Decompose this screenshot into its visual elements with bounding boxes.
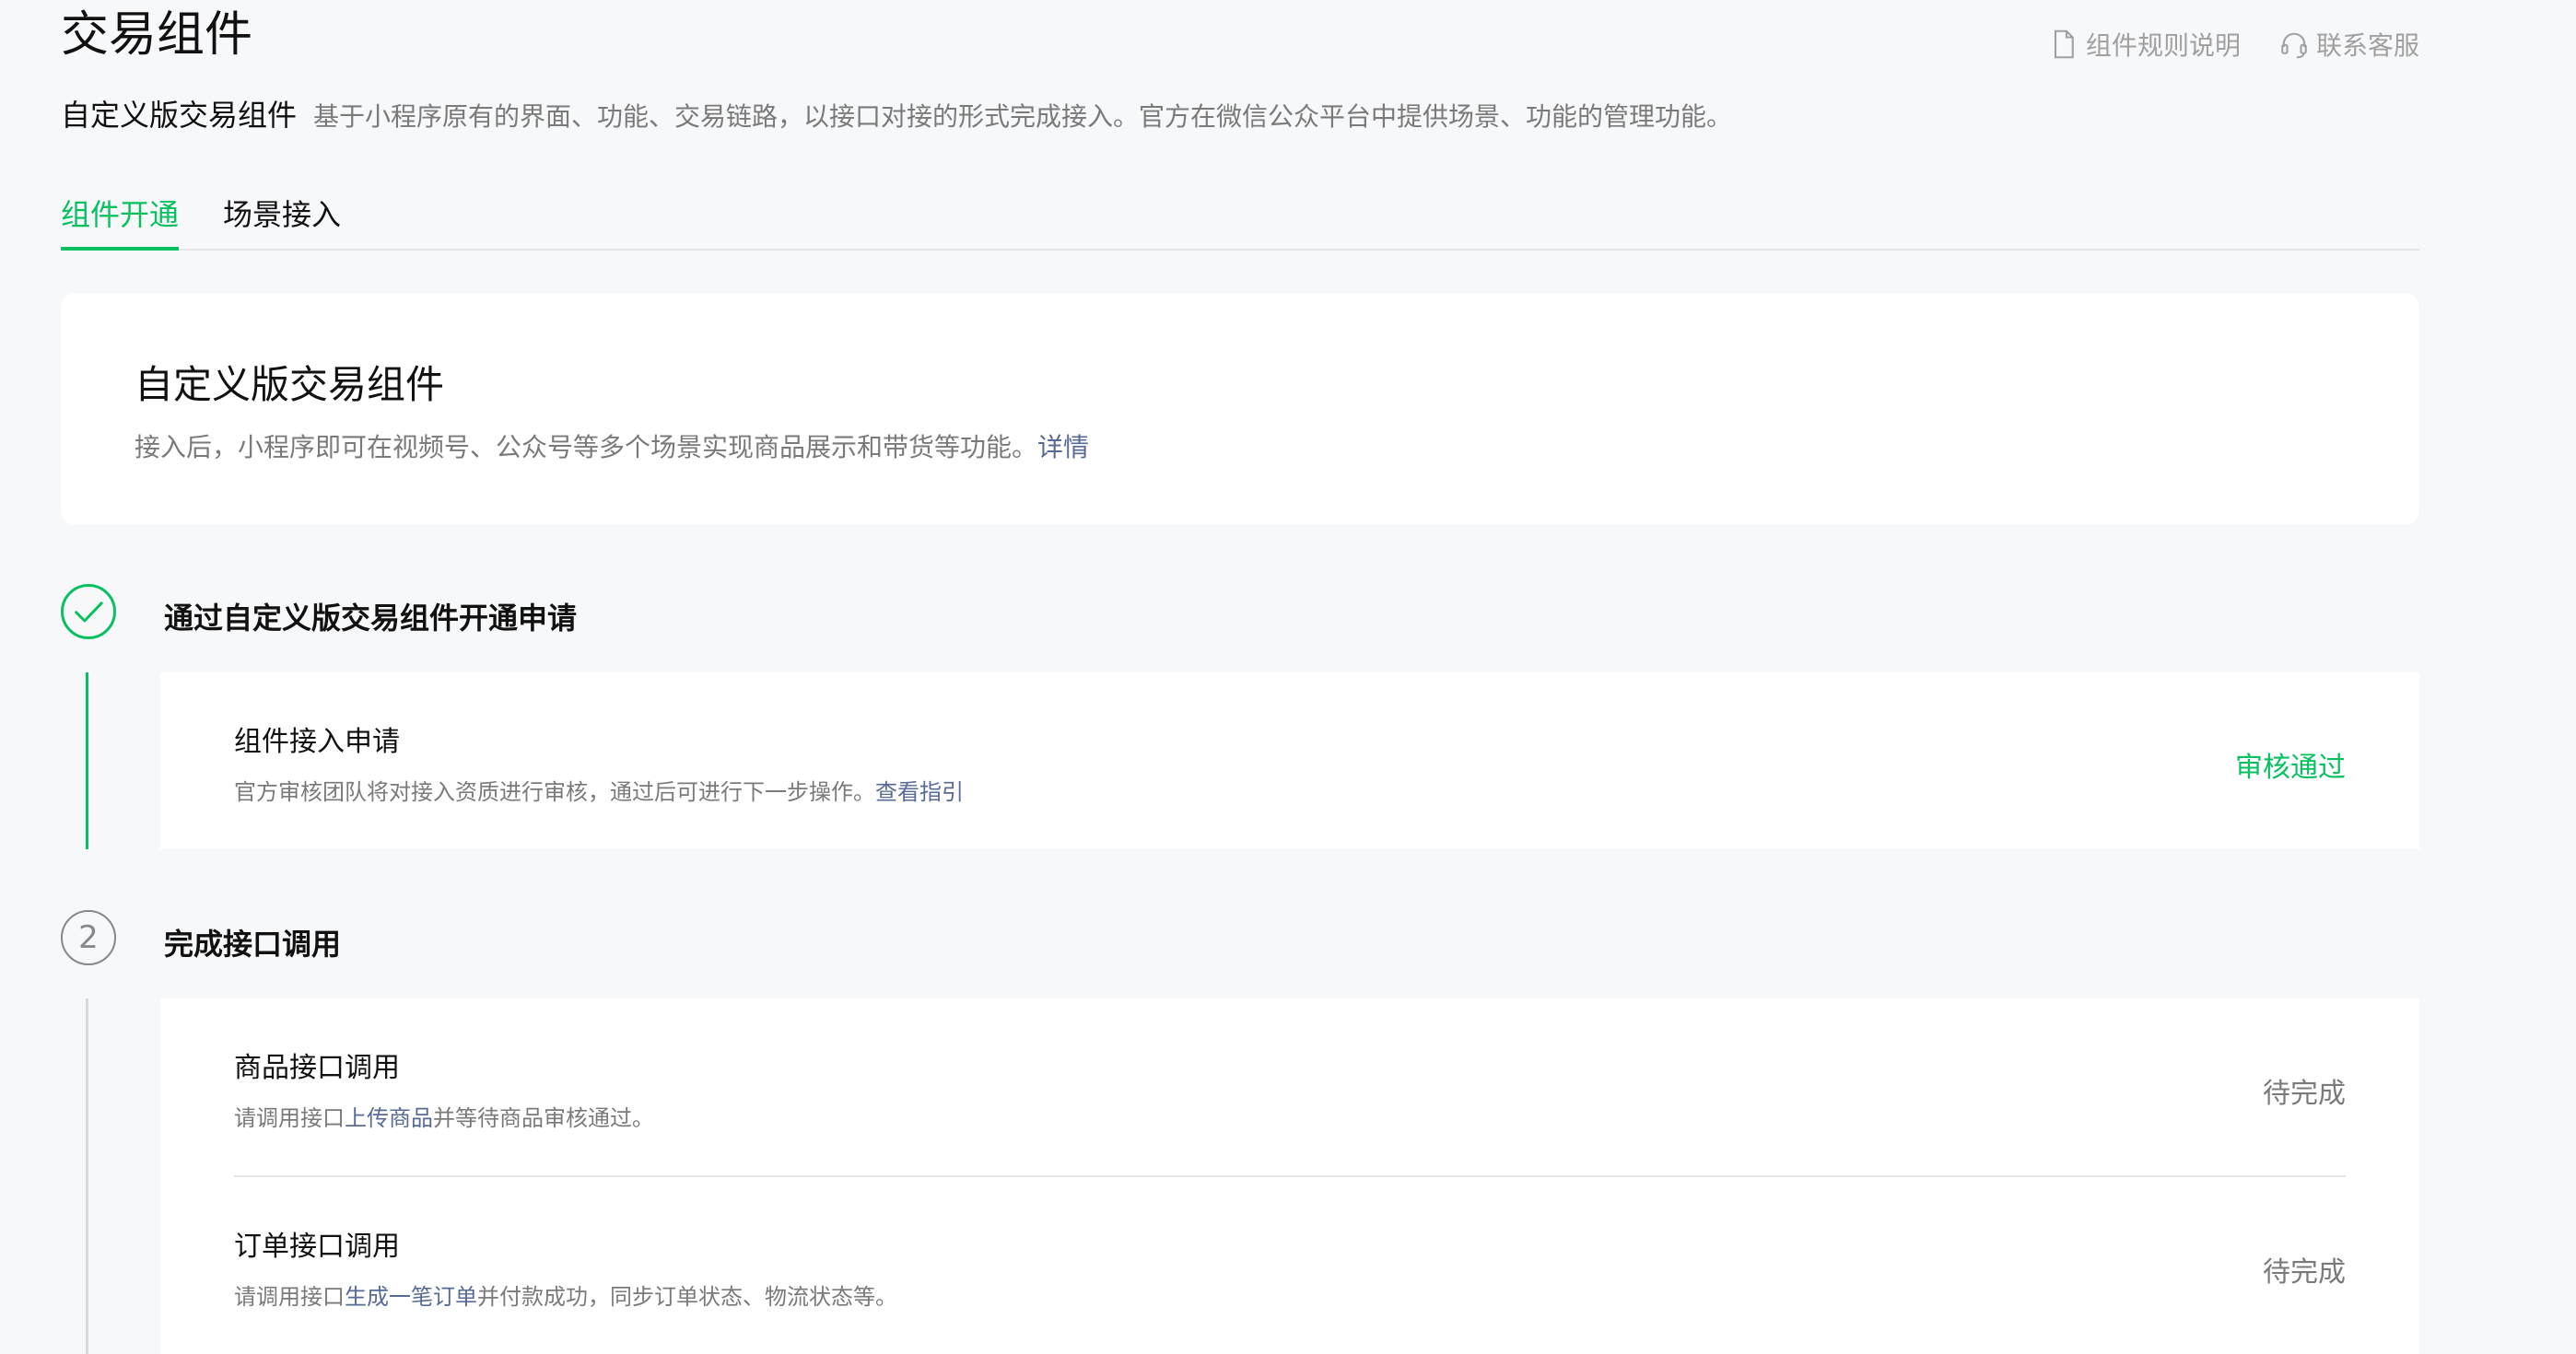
item-description-text: 官方审核团队将对接入资质进行审核，通过后可进行下一步操作。 xyxy=(234,779,875,805)
item-description: 官方审核团队将对接入资质进行审核，通过后可进行下一步操作。查看指引 xyxy=(234,774,964,806)
item-title: 商品接口调用 xyxy=(234,1052,400,1084)
tab-component-activation[interactable]: 组件开通 xyxy=(61,184,180,251)
item-description-text: 请调用接口 xyxy=(234,1105,345,1131)
item-description: 请调用接口生成一笔订单并付款成功，同步订单状态、物流状态等。 xyxy=(234,1278,897,1311)
step-2-status: 2 xyxy=(61,910,116,965)
intro-card: 自定义版交易组件 接入后，小程序即可在视频号、公众号等多个场景实现商品展示和带货… xyxy=(61,293,2419,525)
tab-bar: 组件开通 场景接入 xyxy=(61,184,2419,251)
step-2-card: 商品接口调用 请调用接口上传商品并等待商品审核通过。 待完成 订单接口调用 请调… xyxy=(160,998,2419,1354)
view-guide-link[interactable]: 查看指引 xyxy=(875,779,964,805)
item-description-text: 并等待商品审核通过。 xyxy=(433,1105,654,1131)
item-description-text: 请调用接口 xyxy=(234,1284,345,1310)
list-item: 组件接入申请 官方审核团队将对接入资质进行审核，通过后可进行下一步操作。查看指引… xyxy=(234,672,2346,849)
item-description-text: 并付款成功，同步订单状态、物流状态等。 xyxy=(477,1284,897,1310)
status-badge: 审核通过 xyxy=(2235,752,2346,784)
item-title: 组件接入申请 xyxy=(234,726,400,758)
intro-description-text: 接入后，小程序即可在视频号、公众号等多个场景实现商品展示和带货等功能。 xyxy=(135,432,1038,462)
subtitle-strong: 自定义版交易组件 xyxy=(61,98,298,133)
subtitle-description: 基于小程序原有的界面、功能、交易链路，以接口对接的形式完成接入。官方在微信公众平… xyxy=(313,101,1733,132)
step-2-title: 完成接口调用 xyxy=(164,927,342,962)
step-1-status xyxy=(61,584,116,639)
rules-link[interactable]: 组件规则说明 xyxy=(2047,26,2241,63)
list-item: 商品接口调用 请调用接口上传商品并等待商品审核通过。 待完成 xyxy=(234,998,2346,1177)
tab-scene-access[interactable]: 场景接入 xyxy=(223,184,341,249)
headset-icon xyxy=(2281,32,2307,59)
list-item: 订单接口调用 请调用接口生成一笔订单并付款成功，同步订单状态、物流状态等。 待完… xyxy=(234,1177,2346,1354)
service-link[interactable]: 联系客服 xyxy=(2277,26,2419,63)
step-2-connector xyxy=(86,998,88,1354)
check-icon xyxy=(75,601,103,623)
header-links: 组件规则说明 联系客服 xyxy=(2047,26,2419,63)
subtitle-row: 自定义版交易组件 基于小程序原有的界面、功能、交易链路，以接口对接的形式完成接入… xyxy=(61,92,1732,134)
intro-title: 自定义版交易组件 xyxy=(135,362,445,407)
step-1-title: 通过自定义版交易组件开通申请 xyxy=(164,601,578,636)
status-badge: 待完成 xyxy=(2263,1256,2346,1289)
document-icon xyxy=(2054,29,2074,59)
item-description: 请调用接口上传商品并等待商品审核通过。 xyxy=(234,1100,654,1132)
status-badge: 待完成 xyxy=(2263,1078,2346,1110)
create-order-link[interactable]: 生成一笔订单 xyxy=(345,1284,477,1310)
intro-details-link[interactable]: 详情 xyxy=(1037,432,1089,462)
service-link-label: 联系客服 xyxy=(2315,30,2419,61)
upload-product-link[interactable]: 上传商品 xyxy=(345,1105,433,1131)
step-1-card: 组件接入申请 官方审核团队将对接入资质进行审核，通过后可进行下一步操作。查看指引… xyxy=(160,672,2419,849)
rules-link-label: 组件规则说明 xyxy=(2085,30,2241,61)
item-title: 订单接口调用 xyxy=(234,1231,400,1263)
page: 交易组件 组件规则说明 联系客服 自定义版交易组件 基于小程序原有的界面、功能、… xyxy=(0,0,2576,1354)
step-2-number: 2 xyxy=(78,919,99,956)
intro-description: 接入后，小程序即可在视频号、公众号等多个场景实现商品展示和带货等功能。详情 xyxy=(135,427,1089,464)
step-1-connector xyxy=(86,672,88,849)
page-title: 交易组件 xyxy=(61,7,253,63)
